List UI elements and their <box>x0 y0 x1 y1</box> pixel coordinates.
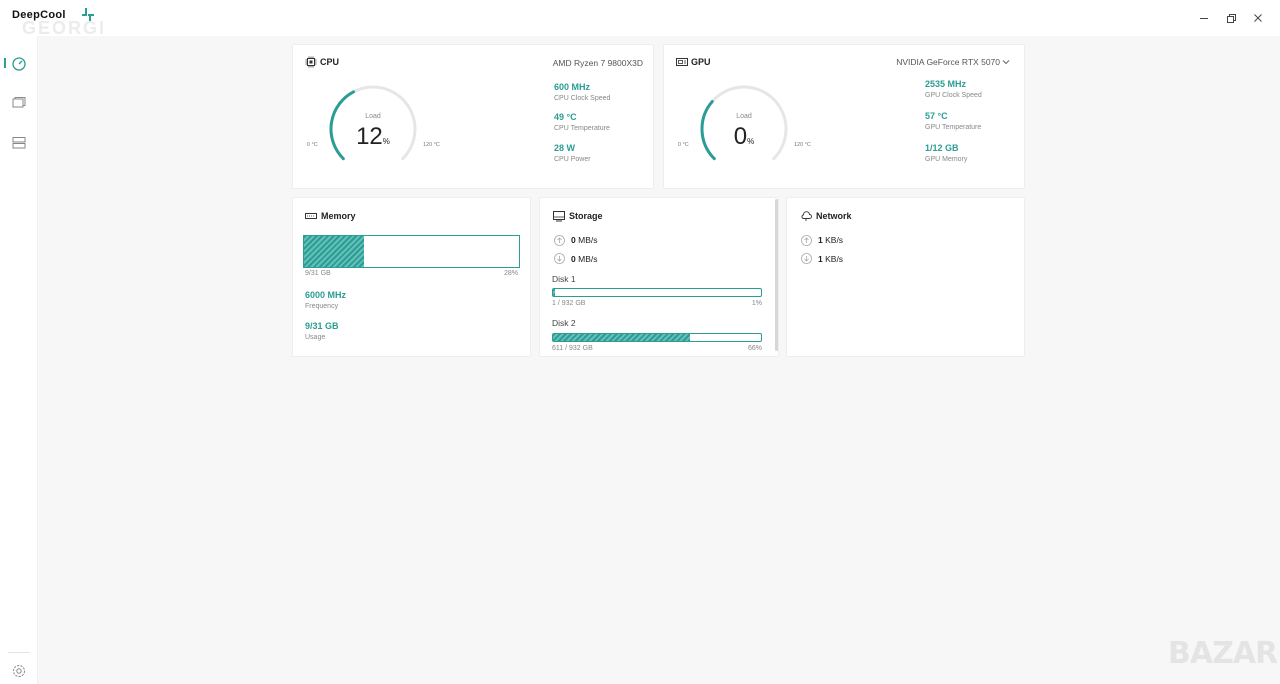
disk-1-usage-fill <box>553 289 556 296</box>
gpu-temp-label: GPU Temperature <box>925 124 982 131</box>
cpu-clock-label: CPU Clock Speed <box>554 95 611 102</box>
cpu-power-label: CPU Power <box>554 156 591 163</box>
cpu-chip-icon <box>305 56 317 68</box>
cpu-card: CPU AMD Ryzen 7 9800X3D 0 °C 120 °C Load… <box>292 44 654 189</box>
close-icon <box>1254 14 1262 22</box>
gpu-memory-label: GPU Memory <box>925 156 968 163</box>
gpu-memory-value: 1/12 GB <box>925 143 959 153</box>
gpu-gauge-max: 120 °C <box>794 142 811 148</box>
network-download-rate: 1 KB/s <box>818 254 844 264</box>
memory-usage-label: Usage <box>305 334 326 341</box>
storage-scrollbar[interactable] <box>775 199 778 351</box>
sidebar-item-servers[interactable] <box>11 135 27 151</box>
storage-card: Storage 0 MB/s 0 MB/s Disk 1 1 / 932 GB … <box>539 197 779 357</box>
cpu-gauge-min: 0 °C <box>307 142 318 148</box>
gpu-load-value: 0% <box>733 123 755 150</box>
gauge-fill-arc <box>700 100 716 161</box>
memory-usage-bar <box>303 235 520 268</box>
disk-1-usage-bar <box>552 288 762 297</box>
disk-2-used: 611 / 932 GB <box>552 345 593 352</box>
restore-icon <box>1227 14 1236 23</box>
memory-frequency-label: Frequency <box>305 303 339 310</box>
gpu-temp-value: 57 °C <box>925 111 948 121</box>
server-list-icon <box>12 137 26 149</box>
minimize-icon <box>1200 18 1208 19</box>
close-button[interactable] <box>1250 10 1266 26</box>
bazar-watermark: BAZAR <box>1168 636 1278 671</box>
gpu-clock-label: GPU Clock Speed <box>925 92 982 99</box>
gpu-load-label: Load <box>736 113 752 120</box>
gpu-gauge-min: 0 °C <box>678 142 689 148</box>
disk-2-percent: 66% <box>747 345 762 352</box>
gpu-card-icon <box>676 58 688 66</box>
sidebar-divider <box>8 652 30 653</box>
chevron-down-icon[interactable] <box>1002 58 1010 66</box>
dashboard-gauge-icon <box>12 57 26 71</box>
cpu-model: AMD Ryzen 7 9800X3D <box>552 58 643 68</box>
memory-usage-fill <box>304 236 365 267</box>
storage-drive-icon <box>553 211 565 222</box>
devices-icon <box>12 97 26 108</box>
restore-button[interactable] <box>1223 10 1239 26</box>
download-arrow-icon <box>801 253 812 264</box>
gpu-model-select[interactable]: NVIDIA GeForce RTX 5070 <box>896 57 1000 67</box>
minimize-button[interactable] <box>1196 10 1212 26</box>
disk-2-usage-fill <box>553 334 691 341</box>
cpu-temp-value: 49 °C <box>554 112 577 122</box>
storage-card-title: Storage <box>569 211 603 221</box>
disk-2-usage-bar <box>552 333 762 342</box>
disk-1-name: Disk 1 <box>552 274 576 284</box>
settings-button[interactable] <box>11 663 27 679</box>
network-cloud-icon <box>801 211 812 221</box>
disk-1-percent: 1% <box>751 300 762 307</box>
network-card: Network 1 KB/s 1 KB/s <box>786 197 1025 357</box>
storage-upload-rate: 0 MB/s <box>571 235 598 245</box>
memory-card: Memory 9/31 GB 28% 6000 MHz Frequency 9/… <box>292 197 531 357</box>
network-upload-rate: 1 KB/s <box>818 235 844 245</box>
memory-ram-icon <box>305 213 317 219</box>
upload-arrow-icon <box>801 235 812 246</box>
cpu-power-value: 28 W <box>554 143 576 153</box>
cpu-clock-value: 600 MHz <box>554 82 591 92</box>
memory-bar-percent: 28% <box>503 270 518 277</box>
memory-bar-used: 9/31 GB <box>305 270 331 277</box>
gpu-card: GPU NVIDIA GeForce RTX 5070 0 °C 120 °C … <box>663 44 1025 189</box>
gpu-clock-value: 2535 MHz <box>925 79 967 89</box>
disk-1-used: 1 / 932 GB <box>552 300 586 307</box>
memory-frequency-value: 6000 MHz <box>305 290 347 300</box>
upload-arrow-icon <box>554 235 565 246</box>
cpu-temp-label: CPU Temperature <box>554 125 610 132</box>
cpu-load-value: 12% <box>356 123 390 150</box>
memory-usage-value: 9/31 GB <box>305 321 339 331</box>
cpu-load-label: Load <box>365 113 381 120</box>
download-arrow-icon <box>554 253 565 264</box>
sidebar-item-devices[interactable] <box>11 95 27 111</box>
storage-download-rate: 0 MB/s <box>571 254 598 264</box>
settings-gear-icon <box>13 665 25 677</box>
gpu-card-title: GPU <box>691 57 711 67</box>
title-bar: DeepCool GEORGI <box>0 0 1280 38</box>
cpu-card-title: CPU <box>320 57 340 67</box>
sidebar <box>0 36 38 684</box>
active-indicator <box>4 58 6 68</box>
cpu-gauge-max: 120 °C <box>423 142 440 148</box>
network-card-title: Network <box>816 211 852 221</box>
sidebar-item-dashboard[interactable] <box>11 56 27 72</box>
disk-2-name: Disk 2 <box>552 318 576 328</box>
memory-card-title: Memory <box>321 211 356 221</box>
